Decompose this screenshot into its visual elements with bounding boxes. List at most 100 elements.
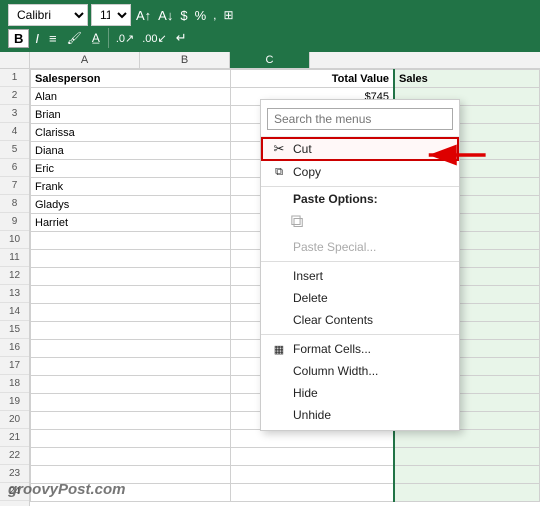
row-num-12: 12 <box>0 267 29 285</box>
search-box-container <box>261 104 459 137</box>
menu-item-unhide[interactable]: Unhide <box>261 404 459 426</box>
format-icon[interactable]: ⊞ <box>221 8 235 22</box>
cell-b-21[interactable] <box>230 430 394 448</box>
copy-icon: ⧉ <box>271 166 287 179</box>
cell-a-3[interactable]: Brian <box>31 106 231 124</box>
cell-a-9[interactable]: Harriet <box>31 214 231 232</box>
menu-item-column-width[interactable]: Column Width... <box>261 360 459 382</box>
menu-item-cut[interactable]: ✂ Cut <box>261 137 459 161</box>
row-num-4: 4 <box>0 123 29 141</box>
font-size-select[interactable]: 11 <box>91 4 131 26</box>
menu-item-insert[interactable]: Insert <box>261 265 459 287</box>
clear-contents-label: Clear Contents <box>293 313 449 327</box>
cell-b-1[interactable]: Total Value <box>230 70 394 88</box>
spreadsheet: A B C 1 2 3 4 5 6 7 8 9 10 11 12 13 14 1… <box>0 52 540 506</box>
row-num-13: 13 <box>0 285 29 303</box>
cell-a-22[interactable] <box>31 448 231 466</box>
cut-label: Cut <box>293 142 449 156</box>
cell-a-14[interactable] <box>31 304 231 322</box>
row-num-17: 17 <box>0 357 29 375</box>
cell-a-4[interactable]: Clarissa <box>31 124 231 142</box>
cell-a-8[interactable]: Gladys <box>31 196 231 214</box>
decrease-decimal-icon[interactable]: .00↙ <box>139 31 170 46</box>
highlight-icon[interactable]: 🖌 <box>63 30 86 46</box>
align-button[interactable]: ≡ <box>45 30 61 47</box>
cell-a-20[interactable] <box>31 412 231 430</box>
cell-a-5[interactable]: Diana <box>31 142 231 160</box>
separator-1 <box>261 186 459 187</box>
comma-icon[interactable]: , <box>211 8 218 22</box>
row-num-3: 3 <box>0 105 29 123</box>
currency-icon[interactable]: $ <box>178 8 189 23</box>
row-num-20: 20 <box>0 411 29 429</box>
menu-item-delete[interactable]: Delete <box>261 287 459 309</box>
cell-a-16[interactable] <box>31 340 231 358</box>
col-header-a[interactable]: A <box>30 52 140 68</box>
cell-c-23[interactable] <box>394 466 539 484</box>
cell-c-22[interactable] <box>394 448 539 466</box>
cell-a-15[interactable] <box>31 322 231 340</box>
menu-item-format-cells[interactable]: ▦ Format Cells... <box>261 338 459 360</box>
row-num-19: 19 <box>0 393 29 411</box>
font-color-icon[interactable]: A̲ <box>88 30 104 46</box>
cell-a-7[interactable]: Frank <box>31 178 231 196</box>
row-num-header <box>0 52 30 68</box>
row-num-10: 10 <box>0 231 29 249</box>
cell-b-24[interactable] <box>230 484 394 502</box>
row-num-22: 22 <box>0 447 29 465</box>
table-row[interactable]: SalespersonTotal ValueSales <box>31 70 540 88</box>
bold-button[interactable]: B <box>8 29 29 48</box>
cell-a-21[interactable] <box>31 430 231 448</box>
menu-item-hide[interactable]: Hide <box>261 382 459 404</box>
row-num-8: 8 <box>0 195 29 213</box>
cell-a-10[interactable] <box>31 232 231 250</box>
grow-font-icon[interactable]: A↑ <box>134 8 153 23</box>
menu-item-copy[interactable]: ⧉ Copy <box>261 161 459 183</box>
grid-body: 1 2 3 4 5 6 7 8 9 10 11 12 13 14 15 16 1… <box>0 69 540 506</box>
row-num-9: 9 <box>0 213 29 231</box>
delete-label: Delete <box>293 291 449 305</box>
menu-search-input[interactable] <box>267 108 453 130</box>
cut-icon: ✂ <box>271 141 287 157</box>
shrink-font-icon[interactable]: A↓ <box>156 8 175 23</box>
col-header-b[interactable]: B <box>140 52 230 68</box>
percent-icon[interactable]: % <box>193 8 209 23</box>
table-row[interactable] <box>31 430 540 448</box>
italic-button[interactable]: I <box>31 30 43 47</box>
wrap-icon[interactable]: ↵ <box>172 29 191 47</box>
cell-c-24[interactable] <box>394 484 539 502</box>
col-header-c[interactable]: C <box>230 52 310 68</box>
data-area: SalespersonTotal ValueSalesAlan$745Brian… <box>30 69 540 506</box>
cell-b-22[interactable] <box>230 448 394 466</box>
menu-item-paste-icon: ⧉ <box>261 207 459 236</box>
table-row[interactable] <box>31 448 540 466</box>
cell-c-1[interactable]: Sales <box>394 70 539 88</box>
row-num-2: 2 <box>0 87 29 105</box>
increase-decimal-icon[interactable]: .0↗ <box>113 31 137 46</box>
row-num-21: 21 <box>0 429 29 447</box>
toolbar: Calibri 11 A↑ A↓ $ % , ⊞ B I ≡ 🖌 A̲ .0↗ … <box>0 0 540 52</box>
cell-a-18[interactable] <box>31 376 231 394</box>
cell-c-21[interactable] <box>394 430 539 448</box>
cell-a-13[interactable] <box>31 286 231 304</box>
paste-icon: ⧉ <box>289 211 305 232</box>
row-num-15: 15 <box>0 321 29 339</box>
context-menu: ✂ Cut ⧉ Copy Paste Options: ⧉ <box>260 99 460 431</box>
format-cells-icon: ▦ <box>271 343 287 356</box>
cell-a-1[interactable]: Salesperson <box>31 70 231 88</box>
column-width-label: Column Width... <box>293 364 449 378</box>
font-select[interactable]: Calibri <box>8 4 88 26</box>
cell-a-12[interactable] <box>31 268 231 286</box>
copy-label: Copy <box>293 165 449 179</box>
cell-a-11[interactable] <box>31 250 231 268</box>
cell-a-17[interactable] <box>31 358 231 376</box>
menu-item-clear-contents[interactable]: Clear Contents <box>261 309 459 331</box>
row-num-16: 16 <box>0 339 29 357</box>
watermark: groovyPost.com <box>8 481 126 498</box>
cell-a-6[interactable]: Eric <box>31 160 231 178</box>
cell-a-19[interactable] <box>31 394 231 412</box>
row-num-6: 6 <box>0 159 29 177</box>
cell-a-2[interactable]: Alan <box>31 88 231 106</box>
row-num-7: 7 <box>0 177 29 195</box>
cell-b-23[interactable] <box>230 466 394 484</box>
